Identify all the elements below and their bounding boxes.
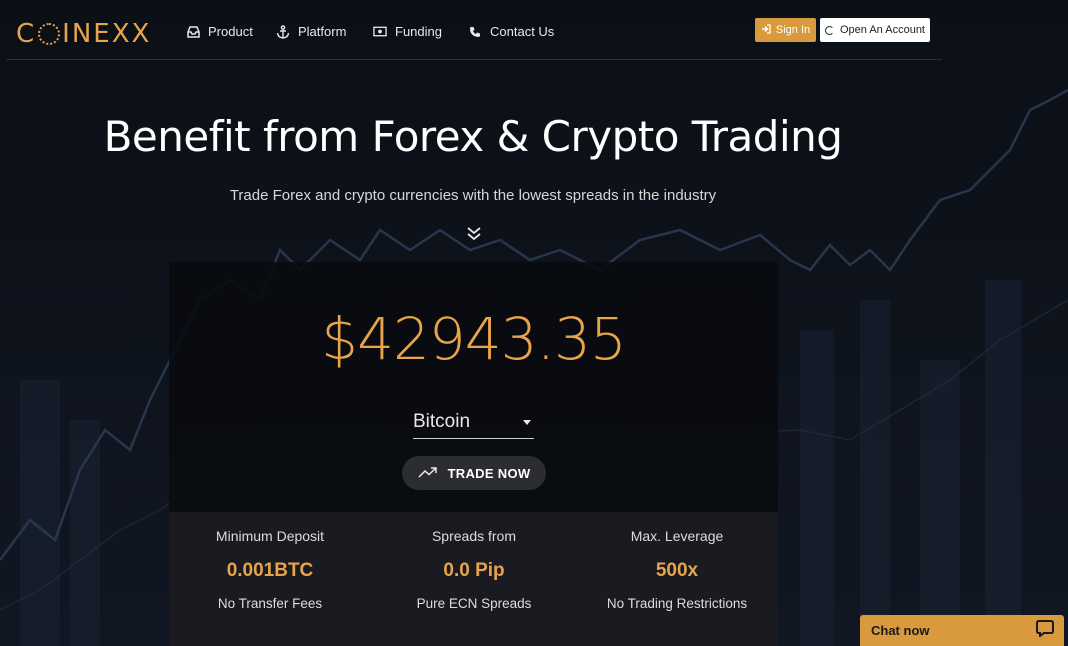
trending-up-icon <box>418 466 438 481</box>
asset-select-dropdown[interactable]: Bitcoin <box>413 406 534 439</box>
logo-text-c: C <box>16 19 37 49</box>
nav-item-funding[interactable]: Funding <box>373 24 442 39</box>
hero-title: Benefit from Forex & Crypto Trading <box>103 112 843 161</box>
stat-label: Max. Leverage <box>630 528 724 544</box>
sign-in-button[interactable]: Sign In <box>755 18 816 42</box>
stat-max-leverage: Max. Leverage 500x No Trading Restrictio… <box>577 512 777 611</box>
phone-icon <box>468 25 482 39</box>
nav-item-label: Product <box>208 24 253 39</box>
caret-down-icon <box>523 419 531 425</box>
logo-text-rest: INEXX <box>62 19 152 49</box>
inbox-icon <box>186 25 200 39</box>
scroll-down-chevron-icon[interactable] <box>464 226 484 242</box>
trade-now-label: TRADE NOW <box>447 465 531 481</box>
sign-in-icon <box>761 23 771 37</box>
stat-subtext: No Trading Restrictions <box>606 596 748 611</box>
stat-label: Spreads from <box>431 528 517 544</box>
stat-spreads: Spreads from 0.0 Pip Pure ECN Spreads <box>374 512 574 611</box>
chat-widget-button[interactable]: Chat now <box>860 615 1064 646</box>
anchor-icon <box>276 24 290 39</box>
spinner-icon <box>824 25 834 35</box>
asset-price: $42943.35 <box>321 305 627 373</box>
header-divider <box>6 59 942 60</box>
stat-value: 0.0 Pip <box>443 560 505 581</box>
stat-label: Minimum Deposit <box>215 528 325 544</box>
stat-subtext: No Transfer Fees <box>217 596 323 611</box>
nav-item-contact[interactable]: Contact Us <box>468 24 554 39</box>
hero-subtitle: Trade Forex and crypto currencies with t… <box>229 187 717 204</box>
stat-value: 500x <box>655 560 699 581</box>
money-icon <box>373 25 387 39</box>
open-account-button[interactable]: Open An Account <box>820 18 930 42</box>
stat-value: 0.001BTC <box>226 560 314 581</box>
asset-select-value: Bitcoin <box>413 411 471 432</box>
open-account-label: Open An Account <box>839 24 925 36</box>
nav-item-label: Contact Us <box>490 24 555 39</box>
chat-bubble-icon <box>1036 619 1054 642</box>
nav-item-label: Funding <box>395 24 442 39</box>
nav-item-platform[interactable]: Platform <box>276 24 346 39</box>
trade-now-button[interactable]: TRADE NOW <box>402 456 546 490</box>
nav-item-product[interactable]: Product <box>186 24 253 39</box>
stat-subtext: Pure ECN Spreads <box>416 596 532 611</box>
chat-label: Chat now <box>871 623 930 638</box>
logo-coin-icon <box>38 23 61 45</box>
stat-minimum-deposit: Minimum Deposit 0.001BTC No Transfer Fee… <box>170 512 370 611</box>
sign-in-label: Sign In <box>775 24 811 36</box>
nav-item-label: Platform <box>298 24 347 39</box>
brand-logo[interactable]: C INEXX <box>16 18 151 50</box>
